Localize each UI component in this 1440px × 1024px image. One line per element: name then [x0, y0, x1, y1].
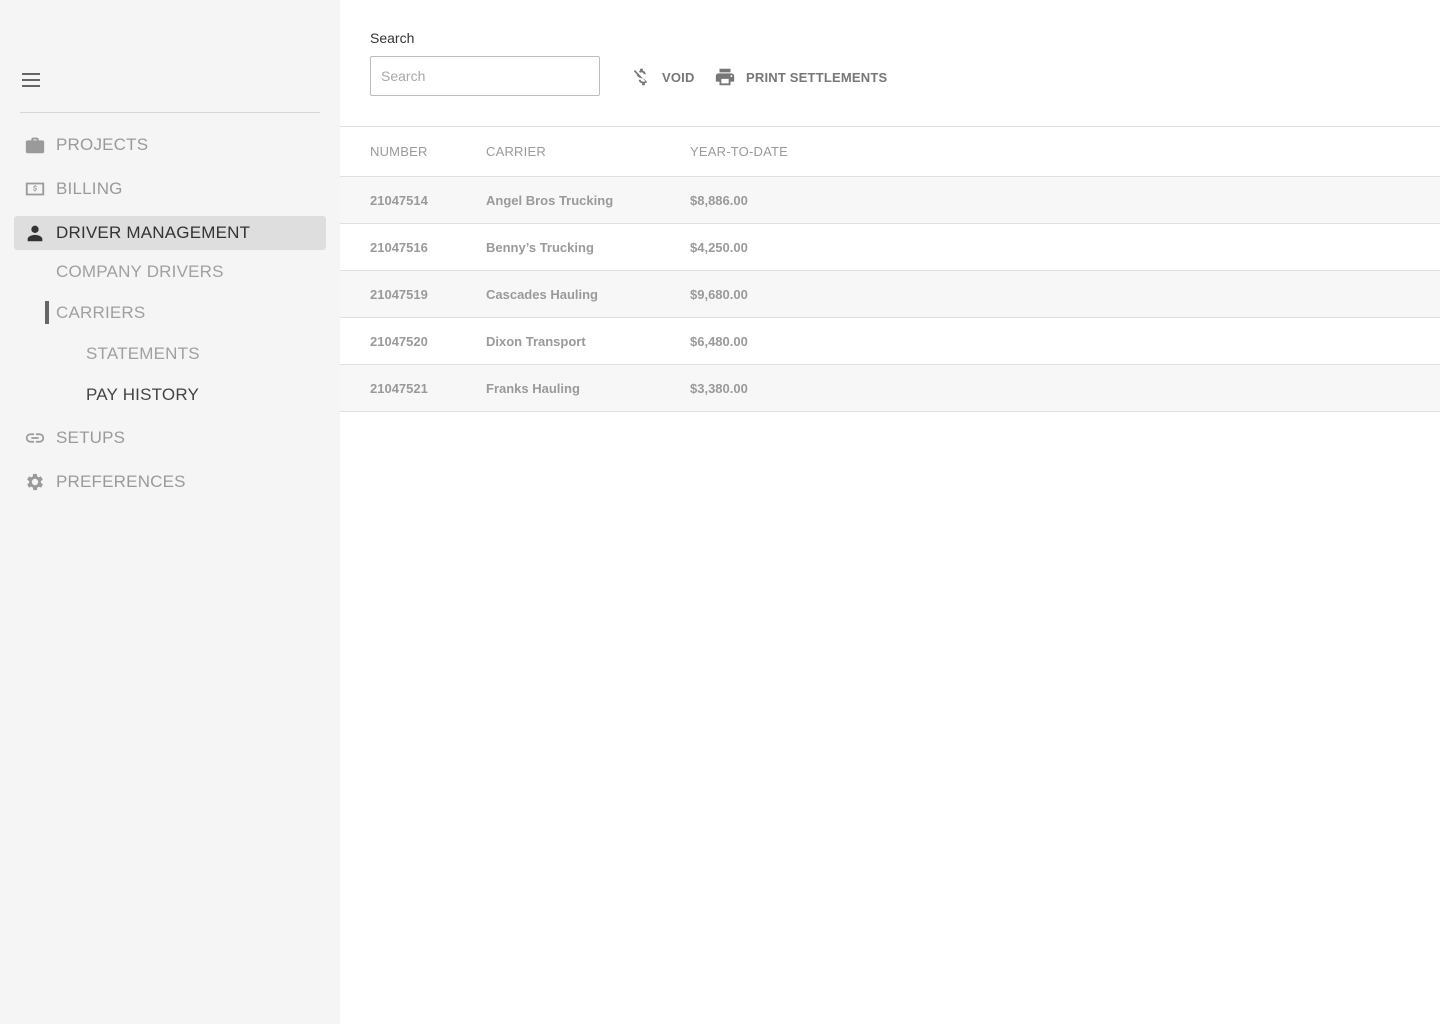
- sidebar-divider: [20, 112, 320, 113]
- money-off-icon: [633, 68, 648, 86]
- person-icon: [14, 216, 56, 250]
- print-settlements-button[interactable]: PRINT SETTLEMENTS: [714, 62, 887, 92]
- void-button[interactable]: VOID: [630, 62, 695, 92]
- table-row[interactable]: 21047520 Dixon Transport $6,480.00: [340, 318, 1440, 365]
- cell-year-to-date: $6,480.00: [690, 334, 748, 349]
- cell-year-to-date: $8,886.00: [690, 193, 748, 208]
- sidebar-item-label: BILLING: [56, 179, 123, 198]
- cell-number: 21047519: [370, 287, 428, 302]
- column-header-number[interactable]: NUMBER: [370, 144, 428, 159]
- sidebar-item-label: PROJECTS: [56, 135, 149, 154]
- cell-carrier: Dixon Transport: [486, 334, 586, 349]
- sidebar-item-setups[interactable]: SETUPS: [14, 421, 326, 455]
- sidebar-item-label: DRIVER MANAGEMENT: [56, 223, 251, 242]
- cell-year-to-date: $4,250.00: [690, 240, 748, 255]
- sidebar-item-label: PREFERENCES: [56, 472, 186, 491]
- cell-number: 21047516: [370, 240, 428, 255]
- sidebar-item-projects[interactable]: PROJECTS: [14, 128, 326, 162]
- print-settlements-label: PRINT SETTLEMENTS: [746, 69, 888, 85]
- gear-icon: [14, 465, 56, 499]
- table-header-row: NUMBER CARRIER YEAR-TO-DATE: [340, 127, 1440, 177]
- cell-carrier: Franks Hauling: [486, 381, 580, 396]
- money-icon: [14, 172, 56, 206]
- cell-carrier: Benny’s Trucking: [486, 240, 594, 255]
- sidebar: PROJECTS BILLING DRIVER MANAGEMENT COMPA…: [0, 0, 340, 1024]
- cell-year-to-date: $3,380.00: [690, 381, 748, 396]
- cell-carrier: Cascades Hauling: [486, 287, 598, 302]
- column-header-year-to-date[interactable]: YEAR-TO-DATE: [690, 144, 788, 159]
- search-input[interactable]: [370, 56, 600, 96]
- cell-carrier: Angel Bros Trucking: [486, 193, 614, 208]
- sidebar-item-statements[interactable]: STATEMENTS: [86, 344, 200, 364]
- column-header-carrier[interactable]: CARRIER: [486, 144, 546, 159]
- table-row[interactable]: 21047521 Franks Hauling $3,380.00: [340, 365, 1440, 412]
- sidebar-item-label: SETUPS: [56, 428, 126, 447]
- cell-number: 21047520: [370, 334, 428, 349]
- pay-history-table: NUMBER CARRIER YEAR-TO-DATE 21047514 Ang…: [340, 127, 1440, 412]
- sidebar-item-preferences[interactable]: PREFERENCES: [14, 465, 326, 499]
- table-row[interactable]: 21047514 Angel Bros Trucking $8,886.00: [340, 177, 1440, 224]
- table-row[interactable]: 21047516 Benny’s Trucking $4,250.00: [340, 224, 1440, 271]
- sidebar-item-pay-history[interactable]: PAY HISTORY: [86, 385, 199, 405]
- sidebar-item-billing[interactable]: BILLING: [14, 172, 326, 206]
- sidebar-item-carriers[interactable]: CARRIERS: [56, 303, 145, 323]
- void-button-label: VOID: [662, 69, 695, 85]
- carriers-active-indicator: [45, 301, 49, 324]
- printer-icon: [715, 68, 735, 86]
- sidebar-item-company-drivers[interactable]: COMPANY DRIVERS: [56, 262, 224, 282]
- main-content: Search VOID PRINT SETTLEMENTS NUMBER CAR…: [340, 0, 1440, 1024]
- table-row[interactable]: 21047519 Cascades Hauling $9,680.00: [340, 271, 1440, 318]
- briefcase-icon: [14, 128, 56, 162]
- cell-year-to-date: $9,680.00: [690, 287, 748, 302]
- cell-number: 21047521: [370, 381, 428, 396]
- link-icon: [14, 421, 56, 455]
- cell-number: 21047514: [370, 193, 428, 208]
- sidebar-item-driver-management[interactable]: DRIVER MANAGEMENT: [14, 216, 326, 250]
- search-label: Search: [370, 30, 415, 46]
- hamburger-menu-icon[interactable]: [20, 70, 44, 90]
